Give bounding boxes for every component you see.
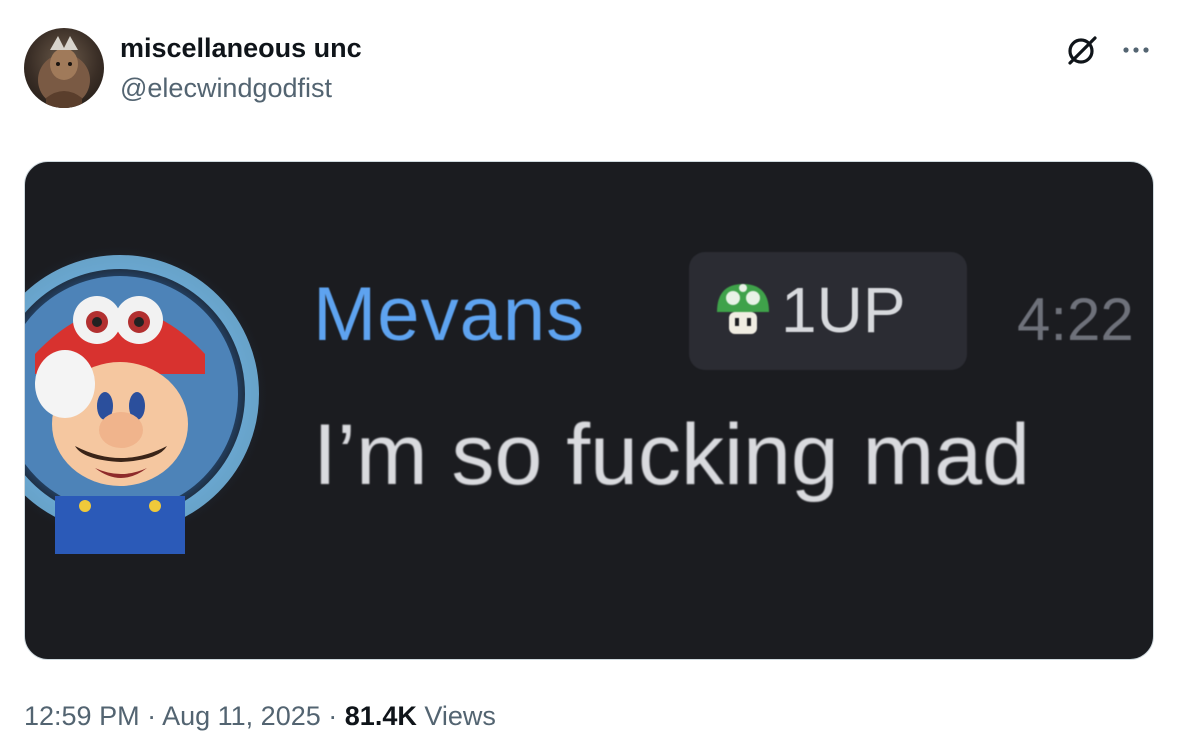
discord-timestamp: 4:22	[1017, 286, 1134, 353]
views-count[interactable]: 81.4K	[345, 701, 417, 731]
discord-badge-label: 1UP	[781, 274, 906, 346]
tweet-media-image[interactable]: Mevans 1UP 4:22 I’m so fucking mad	[24, 161, 1154, 660]
more-options-icon[interactable]	[1118, 32, 1154, 68]
author-display-name[interactable]: miscellaneous unc	[120, 30, 362, 66]
tweet-date[interactable]: Aug 11, 2025	[162, 701, 321, 731]
discord-avatar	[25, 234, 285, 554]
grok-icon[interactable]	[1064, 32, 1100, 68]
tweet-header: miscellaneous unc @elecwindgodfist	[24, 28, 1154, 110]
discord-badge: 1UP	[689, 252, 967, 370]
mushroom-icon	[717, 284, 769, 334]
author-names: miscellaneous unc @elecwindgodfist	[120, 30, 362, 106]
tweet-time[interactable]: 12:59 PM	[24, 701, 140, 731]
author-avatar[interactable]	[24, 28, 104, 108]
views-label: Views	[424, 701, 496, 731]
tweet-meta: 12:59 PM · Aug 11, 2025 · 81.4K Views	[24, 696, 496, 736]
discord-message-text: I’m so fucking mad	[313, 407, 1030, 503]
meta-separator: ·	[147, 701, 157, 731]
meta-separator: ·	[328, 701, 338, 731]
avatar-image	[38, 36, 90, 108]
author-handle[interactable]: @elecwindgodfist	[120, 70, 362, 106]
discord-username: Mevans	[313, 272, 586, 357]
